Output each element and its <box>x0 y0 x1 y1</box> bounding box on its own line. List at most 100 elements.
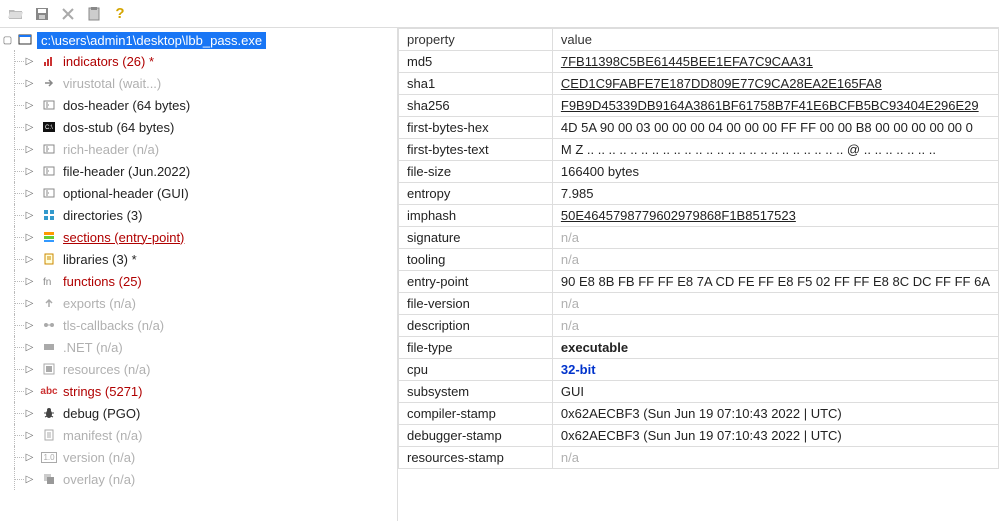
prop-value: 0x62AECBF3 (Sun Jun 19 07:10:43 2022 | U… <box>552 403 998 425</box>
prop-value: 7FB11398C5BE61445BEE1EFA7C9CAA31 <box>552 51 998 73</box>
expand-icon[interactable]: ▷ <box>24 276 35 287</box>
table-row[interactable]: signaturen/a <box>399 227 999 249</box>
tree-item[interactable]: ▷directories (3) <box>28 204 397 226</box>
table-row[interactable]: sha256F9B9D45339DB9164A3861BF61758B7F41E… <box>399 95 999 117</box>
tree-item-label: optional-header (GUI) <box>63 186 189 201</box>
properties-panel: property value md57FB11398C5BE61445BEE1E… <box>398 28 999 521</box>
table-row[interactable]: file-size166400 bytes <box>399 161 999 183</box>
tree-item-label: file-header (Jun.2022) <box>63 164 190 179</box>
open-button[interactable] <box>6 4 26 24</box>
tree-item[interactable]: ▷resources (n/a) <box>28 358 397 380</box>
prop-value: F9B9D45339DB9164A3861BF61758B7F41E6BCFB5… <box>552 95 998 117</box>
toolbar: ? <box>0 0 999 28</box>
table-row[interactable]: cpu32-bit <box>399 359 999 381</box>
table-row[interactable]: sha1CED1C9FABFE7E187DD809E77C9CA28EA2E16… <box>399 73 999 95</box>
table-row[interactable]: first-bytes-textM Z .. .. .. .. .. .. ..… <box>399 139 999 161</box>
tree-panel: ▢ c:\users\admin1\desktop\lbb_pass.exe ▷… <box>0 28 398 521</box>
prop-value: n/a <box>552 293 998 315</box>
col-property[interactable]: property <box>399 29 553 51</box>
expand-icon[interactable]: ▷ <box>24 452 35 463</box>
tree-item[interactable]: ▷rich-header (n/a) <box>28 138 397 160</box>
expand-icon[interactable]: ▷ <box>24 100 35 111</box>
expand-icon[interactable]: ▷ <box>24 166 35 177</box>
delete-button[interactable] <box>58 4 78 24</box>
prop-key: resources-stamp <box>399 447 553 469</box>
tree-root-label: c:\users\admin1\desktop\lbb_pass.exe <box>37 32 266 49</box>
prop-value: 50E4645798779602979868F1B8517523 <box>552 205 998 227</box>
expand-icon[interactable]: ▷ <box>24 386 35 397</box>
lib-icon <box>41 251 57 267</box>
arrow-right-icon <box>41 75 57 91</box>
expand-icon[interactable]: ▷ <box>24 364 35 375</box>
tree-item-label: overlay (n/a) <box>63 472 135 487</box>
tree-item[interactable]: ▷tls-callbacks (n/a) <box>28 314 397 336</box>
expand-icon[interactable]: ▷ <box>24 342 35 353</box>
table-row[interactable]: debugger-stamp0x62AECBF3 (Sun Jun 19 07:… <box>399 425 999 447</box>
tree-item-label: directories (3) <box>63 208 142 223</box>
hex-icon <box>41 141 57 157</box>
tree-item[interactable]: ▷.NET (n/a) <box>28 336 397 358</box>
expand-icon[interactable]: ▷ <box>24 254 35 265</box>
tree-item[interactable]: ▷C:\dos-stub (64 bytes) <box>28 116 397 138</box>
expand-icon[interactable]: ▷ <box>24 188 35 199</box>
expand-icon[interactable]: ▷ <box>24 408 35 419</box>
prop-key: sha1 <box>399 73 553 95</box>
prop-key: subsystem <box>399 381 553 403</box>
tree-item[interactable]: ▷fnfunctions (25) <box>28 270 397 292</box>
table-row[interactable]: toolingn/a <box>399 249 999 271</box>
expand-icon[interactable]: ▷ <box>24 232 35 243</box>
tree-item[interactable]: ▷virustotal (wait...) <box>28 72 397 94</box>
tree-item-label: .NET (n/a) <box>63 340 123 355</box>
tree-item[interactable]: ▷overlay (n/a) <box>28 468 397 490</box>
table-row[interactable]: file-versionn/a <box>399 293 999 315</box>
svg-text:fn: fn <box>43 277 51 288</box>
tree-item[interactable]: ▷1.0version (n/a) <box>28 446 397 468</box>
expand-icon[interactable]: ▷ <box>24 430 35 441</box>
table-row[interactable]: subsystemGUI <box>399 381 999 403</box>
table-row[interactable]: compiler-stamp0x62AECBF3 (Sun Jun 19 07:… <box>399 403 999 425</box>
expand-icon[interactable]: ▷ <box>24 56 35 67</box>
table-row[interactable]: entry-point90 E8 8B FB FF FF E8 7A CD FE… <box>399 271 999 293</box>
table-row[interactable]: entropy7.985 <box>399 183 999 205</box>
help-button[interactable]: ? <box>110 4 130 24</box>
save-button[interactable] <box>32 4 52 24</box>
properties-table: property value md57FB11398C5BE61445BEE1E… <box>398 28 999 469</box>
tree-item[interactable]: ▷sections (entry-point) <box>28 226 397 248</box>
table-row[interactable]: file-typeexecutable <box>399 337 999 359</box>
tree-item-label: resources (n/a) <box>63 362 150 377</box>
expand-icon[interactable]: ▷ <box>24 320 35 331</box>
paste-button[interactable] <box>84 4 104 24</box>
tree-item[interactable]: ▷optional-header (GUI) <box>28 182 397 204</box>
tree-item[interactable]: ▷exports (n/a) <box>28 292 397 314</box>
tree-item[interactable]: ▷debug (PGO) <box>28 402 397 424</box>
tree-item[interactable]: ▷abcstrings (5271) <box>28 380 397 402</box>
table-row[interactable]: imphash50E4645798779602979868F1B8517523 <box>399 205 999 227</box>
tree-item[interactable]: ▷manifest (n/a) <box>28 424 397 446</box>
tree-item[interactable]: ▷libraries (3) * <box>28 248 397 270</box>
expand-icon[interactable]: ▷ <box>24 474 35 485</box>
prop-value: executable <box>552 337 998 359</box>
prop-value: 4D 5A 90 00 03 00 00 00 04 00 00 00 FF F… <box>552 117 998 139</box>
table-row[interactable]: first-bytes-hex4D 5A 90 00 03 00 00 00 0… <box>399 117 999 139</box>
collapse-icon[interactable]: ▢ <box>2 35 13 46</box>
hex-icon <box>41 97 57 113</box>
tree-item-label: exports (n/a) <box>63 296 136 311</box>
expand-icon[interactable]: ▷ <box>24 122 35 133</box>
tree-root[interactable]: ▢ c:\users\admin1\desktop\lbb_pass.exe <box>6 30 397 50</box>
prop-key: tooling <box>399 249 553 271</box>
table-row[interactable]: md57FB11398C5BE61445BEE1EFA7C9CAA31 <box>399 51 999 73</box>
prop-key: signature <box>399 227 553 249</box>
expand-icon[interactable]: ▷ <box>24 210 35 221</box>
expand-icon[interactable]: ▷ <box>24 298 35 309</box>
prop-value: n/a <box>552 249 998 271</box>
table-row[interactable]: descriptionn/a <box>399 315 999 337</box>
table-row[interactable]: resources-stampn/a <box>399 447 999 469</box>
tree-item[interactable]: ▷indicators (26) * <box>28 50 397 72</box>
col-value[interactable]: value <box>552 29 998 51</box>
prop-key: entropy <box>399 183 553 205</box>
tree-item[interactable]: ▷dos-header (64 bytes) <box>28 94 397 116</box>
expand-icon[interactable]: ▷ <box>24 78 35 89</box>
manifest-icon <box>41 427 57 443</box>
expand-icon[interactable]: ▷ <box>24 144 35 155</box>
tree-item[interactable]: ▷file-header (Jun.2022) <box>28 160 397 182</box>
